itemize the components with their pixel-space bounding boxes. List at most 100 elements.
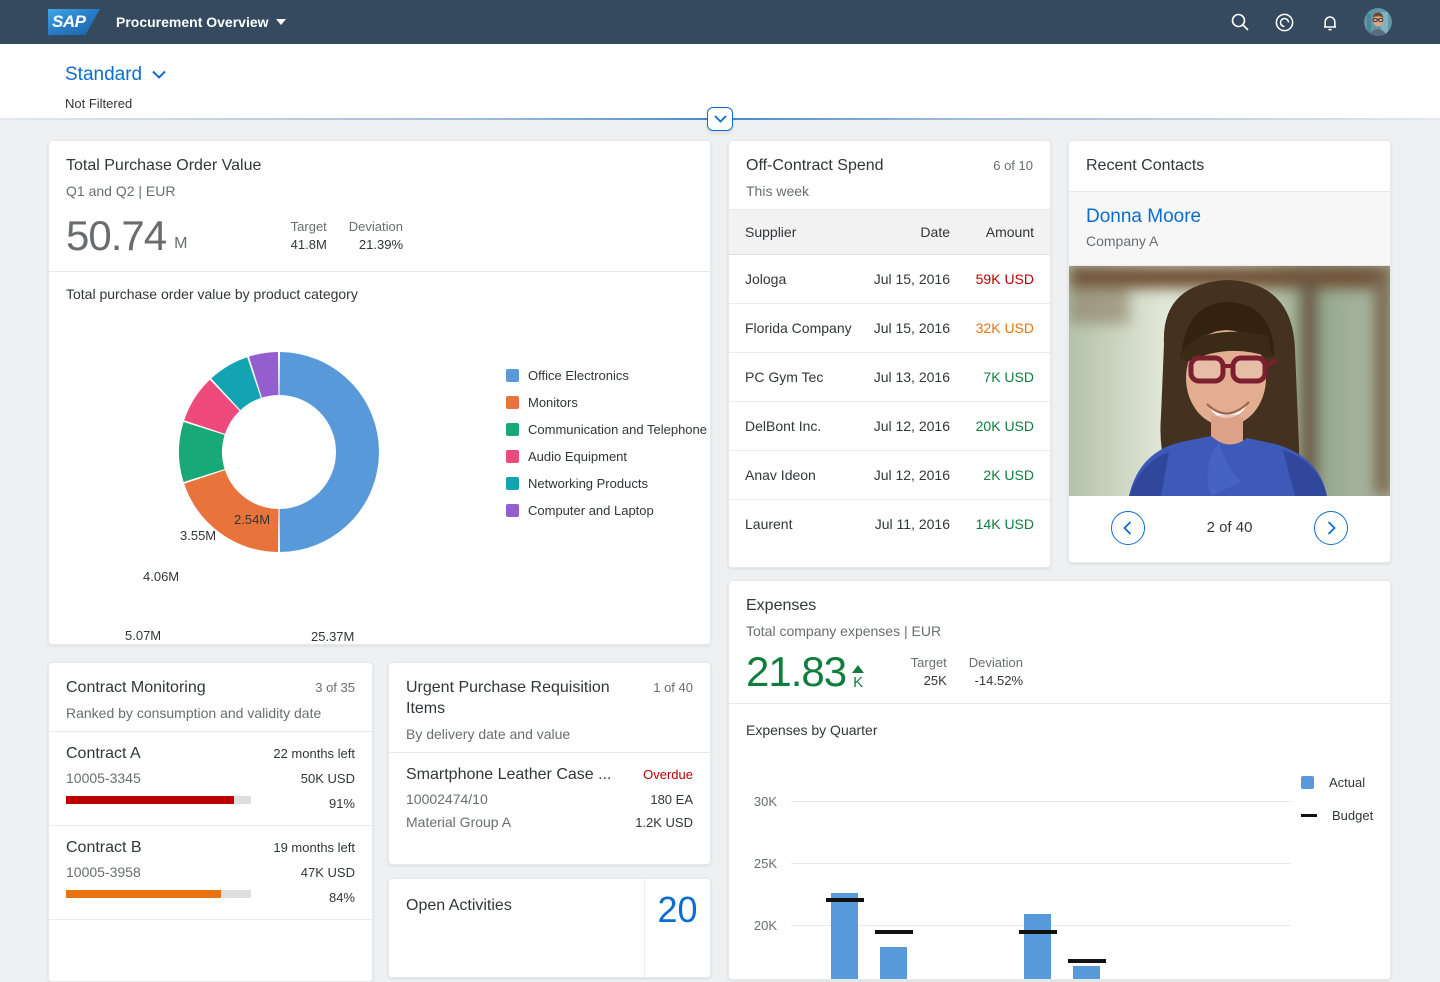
copilot-icon[interactable]	[1274, 12, 1295, 33]
table-row[interactable]: Anav Ideon Jul 12, 2016 2K USD	[729, 451, 1050, 500]
legend-label: Communication and Telephone	[528, 421, 707, 437]
donut-slice-2[interactable]	[179, 421, 225, 482]
column-amount: Amount	[985, 223, 1034, 240]
contract-list-item[interactable]: Contract A 22 months left 10005-3345 50K…	[49, 732, 372, 826]
card-open-activities[interactable]: Open Activities 20	[388, 878, 711, 978]
card-counter: 1 of 40	[653, 680, 693, 695]
card-total-purchase-order-value[interactable]: Total Purchase Order Value Q1 and Q2 | E…	[48, 140, 711, 645]
card-title: Recent Contacts	[1086, 157, 1205, 174]
budget-tick-3	[1019, 930, 1057, 935]
card-header: Urgent Purchase Requisition Items 1 of 4…	[389, 663, 710, 752]
bar-actual-4[interactable]	[1073, 965, 1100, 979]
table-row[interactable]: PC Gym Tec Jul 13, 2016 7K USD	[729, 353, 1050, 402]
contact-company: Company A	[1086, 232, 1159, 249]
bar-actual-3[interactable]	[1024, 913, 1051, 979]
contract-months-left: 19 months left	[273, 839, 355, 855]
legend-swatch	[506, 503, 519, 517]
budget-tick-1	[826, 897, 864, 902]
trend-up-arrow-icon	[852, 664, 865, 673]
search-icon[interactable]	[1229, 12, 1250, 33]
kpi-row: 21.83 K Target 25K Deviation -14.52%	[729, 649, 1390, 703]
previous-contact-button[interactable]	[1110, 510, 1145, 545]
bar-actual-1[interactable]	[831, 892, 858, 979]
legend-item: Monitors	[506, 389, 707, 416]
item-value: 1.2K USD	[635, 814, 693, 830]
target-value: 25K	[923, 672, 947, 688]
donut-chart: 25.37M 10.15M 5.07M 4.06M 3.55M 2.54M Of…	[49, 302, 710, 644]
notifications-bell-icon[interactable]	[1319, 12, 1340, 33]
variant-title: Standard	[65, 64, 143, 85]
donut-legend: Office Electronics Monitors Communicatio…	[506, 362, 707, 524]
contract-id: 10005-3345	[66, 769, 141, 786]
legend-label: Office Electronics	[528, 367, 629, 383]
shell-header: SAP Procurement Overview	[0, 0, 1440, 44]
bar-actual-2[interactable]	[880, 947, 907, 979]
contact-info: Donna Moore Company A	[1069, 190, 1390, 266]
consumption-progress-bar	[66, 795, 251, 804]
donut-slice-0[interactable]	[278, 351, 379, 552]
contact-name-link[interactable]: Donna Moore	[1086, 206, 1373, 228]
collapse-header-button[interactable]	[707, 107, 733, 131]
contact-pager: 2 of 40	[1069, 496, 1390, 560]
date-cell: Jul 12, 2016	[873, 466, 950, 483]
supplier-cell: PC Gym Tec	[745, 368, 824, 385]
column-date: Date	[920, 223, 950, 240]
legend-swatch	[1301, 775, 1314, 789]
requisition-list-item[interactable]: Smartphone Leather Case ... Overdue 1000…	[389, 753, 710, 844]
legend-swatch	[506, 422, 519, 436]
bar-chart: 30K 25K 20K Actual Budget	[729, 738, 1390, 979]
app-title-menu[interactable]: Procurement Overview	[116, 14, 286, 30]
legend-item: Budget	[1301, 799, 1373, 832]
card-off-contract-spend[interactable]: Off-Contract Spend 6 of 10 This week Sup…	[728, 140, 1051, 568]
target-label: Target	[290, 218, 327, 234]
contract-value: 50K USD	[300, 770, 355, 786]
donut-slice-3[interactable]	[184, 379, 241, 435]
contract-name: Contract A	[66, 744, 141, 762]
donut-slice-5[interactable]	[248, 351, 280, 398]
table-row[interactable]: Jologa Jul 15, 2016 59K USD	[729, 255, 1050, 304]
next-contact-button[interactable]	[1314, 510, 1349, 545]
trend-up-indicator: K	[852, 664, 865, 693]
kpi-value: 50.74	[66, 211, 167, 259]
amount-cell: 20K USD	[975, 417, 1034, 434]
item-name: Smartphone Leather Case ...	[406, 765, 612, 783]
gridline	[791, 800, 1291, 802]
card-subtitle: Q1 and Q2 | EUR	[66, 182, 176, 199]
donut-chart-title: Total purchase order value by product ca…	[66, 285, 358, 302]
legend-item: Communication and Telephone	[506, 416, 707, 443]
bar-chart-legend: Actual Budget	[1301, 766, 1373, 832]
legend-label: Audio Equipment	[528, 448, 628, 464]
kpi-meta: Target 25K Deviation -14.52%	[911, 651, 1023, 688]
slice-label: 3.55M	[180, 527, 217, 543]
contract-months-left: 22 months left	[273, 745, 355, 761]
target-value: 41.8M	[290, 236, 327, 252]
deviation-label: Deviation	[968, 654, 1023, 670]
supplier-cell: Anav Ideon	[745, 466, 816, 483]
donut-slice-4[interactable]	[211, 357, 262, 411]
table-row[interactable]: Laurent Jul 11, 2016 14K USD	[729, 500, 1050, 549]
card-contract-monitoring[interactable]: Contract Monitoring 3 of 35 Ranked by co…	[48, 662, 373, 982]
table-row[interactable]: DelBont Inc. Jul 12, 2016 20K USD	[729, 402, 1050, 451]
card-header: Recent Contacts	[1069, 141, 1390, 191]
card-recent-contacts[interactable]: Recent Contacts Donna Moore Company A 2 …	[1068, 140, 1391, 563]
chevron-down-icon	[152, 66, 166, 84]
card-expenses[interactable]: Expenses Total company expenses | EUR 21…	[728, 580, 1391, 980]
card-subtitle: Ranked by consumption and validity date	[66, 704, 322, 721]
table-row[interactable]: Florida Company Jul 15, 2016 32K USD	[729, 304, 1050, 353]
card-title: Open Activities	[406, 897, 512, 914]
column-supplier: Supplier	[745, 223, 797, 240]
user-avatar[interactable]	[1364, 8, 1392, 36]
card-title: Expenses	[746, 597, 817, 614]
legend-label: Actual	[1329, 774, 1366, 790]
card-counter: 6 of 10	[993, 158, 1033, 173]
variant-selector[interactable]: Standard	[65, 64, 166, 86]
budget-tick-2	[875, 930, 913, 935]
pagination-text: 2 of 40	[1206, 519, 1253, 537]
y-axis-tick: 25K	[753, 855, 777, 871]
legend-item: Actual	[1301, 766, 1373, 799]
sap-logo[interactable]: SAP	[48, 9, 100, 35]
card-urgent-purchase-requisition[interactable]: Urgent Purchase Requisition Items 1 of 4…	[388, 662, 711, 865]
card-title: Off-Contract Spend	[746, 157, 884, 174]
contract-list-item[interactable]: Contract B 19 months left 10005-3958 47K…	[49, 826, 372, 920]
kpi-value: 21.83	[746, 647, 847, 695]
